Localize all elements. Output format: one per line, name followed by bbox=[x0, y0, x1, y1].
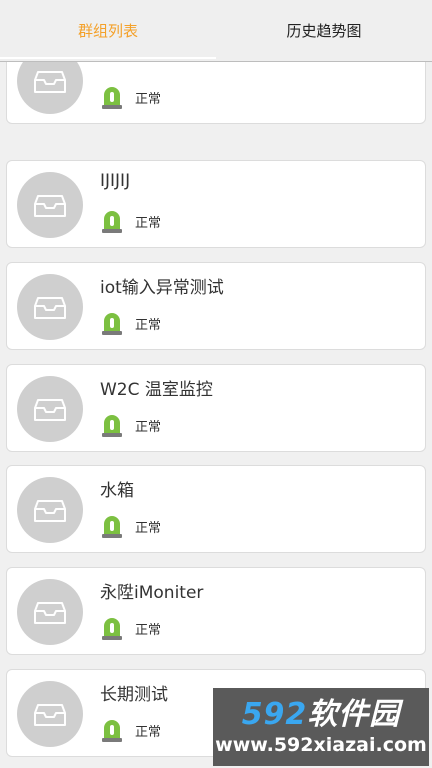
inbox-tray-icon bbox=[34, 195, 66, 217]
group-card[interactable]: C2 正常 bbox=[6, 62, 426, 124]
alarm-light-icon bbox=[102, 618, 122, 640]
site-watermark: 592软件园 www.592xiazai.com bbox=[213, 688, 429, 766]
group-avatar bbox=[17, 376, 83, 442]
group-name: IJIJIJ bbox=[100, 171, 131, 191]
group-name: C2 bbox=[100, 62, 123, 67]
group-list[interactable]: C2 正常 IJIJIJ 正常 iot输入异常测试 正常 W2C 温室监控 bbox=[0, 62, 432, 768]
alarm-light-icon bbox=[102, 211, 122, 233]
inbox-tray-icon bbox=[34, 297, 66, 319]
alarm-light-icon bbox=[102, 87, 122, 109]
group-avatar bbox=[17, 477, 83, 543]
alarm-light-icon bbox=[102, 720, 122, 742]
group-name: 长期测试 bbox=[100, 685, 168, 705]
group-avatar bbox=[17, 172, 83, 238]
group-status: 正常 bbox=[101, 514, 161, 538]
status-text: 正常 bbox=[135, 622, 162, 638]
status-text: 正常 bbox=[135, 520, 162, 536]
group-avatar bbox=[17, 274, 83, 340]
inbox-tray-icon bbox=[34, 71, 66, 93]
tab-history-trend[interactable]: 历史趋势图 bbox=[216, 0, 432, 61]
alarm-light-icon bbox=[102, 313, 122, 335]
tab-group-list[interactable]: 群组列表 bbox=[0, 0, 216, 61]
group-name: W2C 温室监控 bbox=[100, 380, 213, 400]
group-status: 正常 bbox=[101, 85, 161, 109]
watermark-url: www.592xiazai.com bbox=[215, 734, 427, 756]
group-avatar bbox=[17, 579, 83, 645]
group-name: iot输入异常测试 bbox=[100, 278, 224, 298]
group-status: 正常 bbox=[101, 209, 161, 233]
status-text: 正常 bbox=[135, 724, 162, 740]
alarm-light-icon bbox=[102, 516, 122, 538]
inbox-tray-icon bbox=[34, 602, 66, 624]
watermark-brand-text: 软件园 bbox=[307, 697, 401, 732]
group-card[interactable]: iot输入异常测试 正常 bbox=[6, 262, 426, 350]
group-card[interactable]: 水箱 正常 bbox=[6, 465, 426, 553]
status-text: 正常 bbox=[135, 317, 162, 333]
alarm-light-icon bbox=[102, 415, 122, 437]
status-text: 正常 bbox=[135, 91, 162, 107]
group-avatar bbox=[17, 62, 83, 114]
inbox-tray-icon bbox=[34, 704, 66, 726]
group-status: 正常 bbox=[101, 311, 161, 335]
watermark-brand-num: 592 bbox=[241, 697, 308, 732]
group-avatar bbox=[17, 681, 83, 747]
group-status: 正常 bbox=[101, 718, 161, 742]
status-text: 正常 bbox=[135, 419, 162, 435]
group-card[interactable]: W2C 温室监控 正常 bbox=[6, 364, 426, 452]
watermark-brand: 592软件园 bbox=[242, 697, 401, 733]
inbox-tray-icon bbox=[34, 399, 66, 421]
group-status: 正常 bbox=[101, 413, 161, 437]
group-status: 正常 bbox=[101, 616, 161, 640]
tab-bar: 群组列表 历史趋势图 bbox=[0, 0, 432, 62]
inbox-tray-icon bbox=[34, 500, 66, 522]
group-card[interactable]: 永陞iMoniter 正常 bbox=[6, 567, 426, 655]
status-text: 正常 bbox=[135, 215, 162, 231]
group-name: 水箱 bbox=[100, 481, 134, 501]
group-card[interactable]: IJIJIJ 正常 bbox=[6, 160, 426, 248]
group-name: 永陞iMoniter bbox=[100, 583, 204, 603]
